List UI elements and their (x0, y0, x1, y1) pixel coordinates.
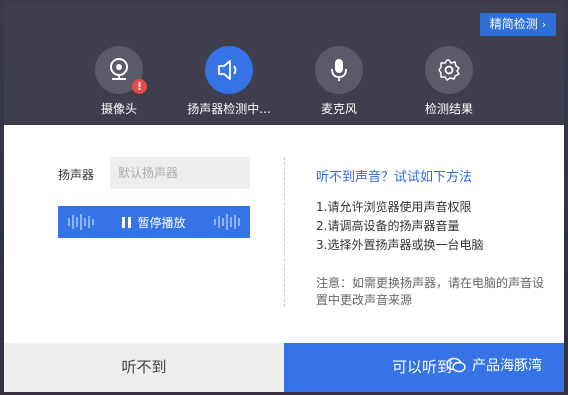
pause-icon (122, 216, 132, 228)
simple-check-button[interactable]: 精简检测 › (480, 13, 556, 36)
step-result[interactable]: 检测结果 (404, 46, 494, 117)
step-label: 检测结果 (424, 102, 473, 116)
pause-play-button[interactable]: 暂停播放 (58, 206, 250, 238)
device-check-dialog: 精简检测 › ! 摄像头 扬声器检测中... 麦克风 检测结果 扬声器 默认扬声… (4, 3, 564, 392)
step-label: 麦克风 (320, 102, 357, 116)
speaker-select[interactable]: 默认扬声器 (110, 157, 250, 189)
tips-list: 1.请允许浏览器使用声音权限 2.请调高设备的扬声器音量 3.选择外置扬声器或换… (316, 198, 483, 255)
step-camera[interactable]: ! 摄像头 (74, 46, 164, 117)
tips-note: 注意：如需更换扬声器，请在电脑的声音设置中更改声音来源 (316, 276, 545, 307)
webcam-icon (110, 58, 128, 80)
tip-item: 3.选择外置扬声器或换一台电脑 (316, 238, 484, 252)
sound-wave-icon (68, 214, 94, 230)
step-microphone[interactable]: 麦克风 (294, 46, 384, 117)
watermark-text: 产品海豚湾 (472, 358, 542, 374)
speaker-icon (218, 60, 237, 80)
chevron-right-icon: › (541, 18, 547, 31)
warning-badge: ! (132, 79, 147, 94)
step-speaker[interactable]: 扬声器检测中... (184, 46, 274, 117)
divider (284, 157, 285, 307)
watermark: 产品海豚湾 (446, 355, 542, 375)
simple-check-label: 精简检测 (489, 17, 538, 31)
tip-item: 2.请调高设备的扬声器音量 (316, 219, 460, 233)
wechat-icon (446, 357, 466, 373)
speaker-label: 扬声器 (58, 168, 95, 182)
step-label: 扬声器检测中... (187, 102, 271, 116)
gear-icon (438, 59, 460, 81)
cant-hear-button[interactable]: 听不到 (4, 343, 284, 392)
tip-item: 1.请允许浏览器使用声音权限 (316, 200, 472, 214)
microphone-icon (331, 59, 347, 81)
sound-wave-icon (214, 214, 240, 230)
step-label: 摄像头 (100, 102, 137, 116)
step-header: 精简检测 › ! 摄像头 扬声器检测中... 麦克风 检测结果 (4, 3, 564, 125)
tips-title: 听不到声音？试试如下方法 (316, 170, 473, 185)
can-hear-label: 可以听到 (392, 358, 453, 376)
pause-play-label: 暂停播放 (137, 215, 186, 230)
